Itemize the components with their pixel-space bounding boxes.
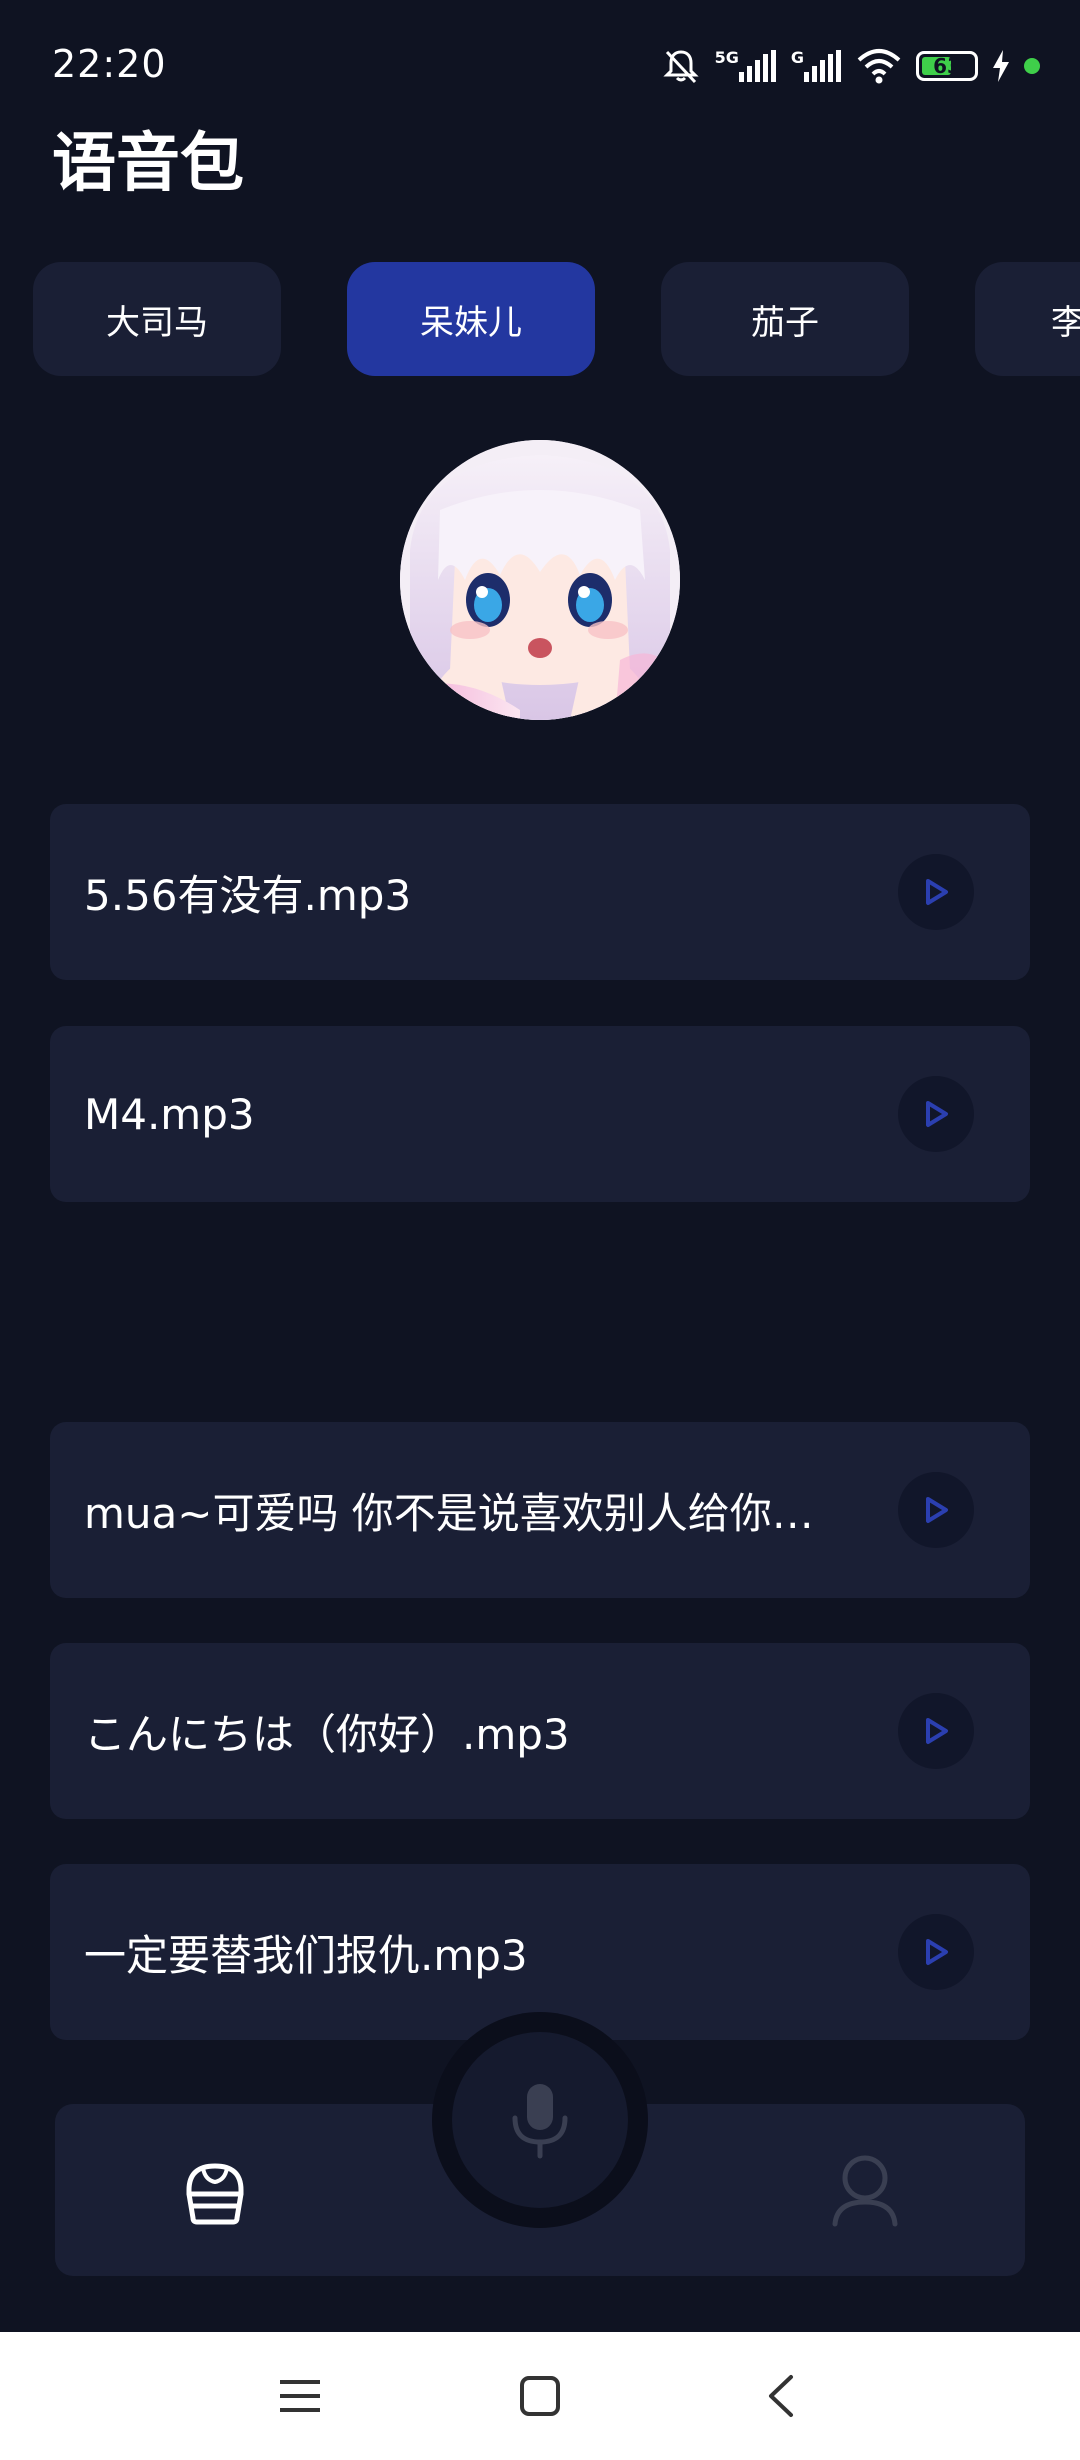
play-icon bbox=[926, 1718, 948, 1744]
status-dot bbox=[1024, 58, 1040, 74]
play-icon bbox=[926, 1939, 948, 1965]
nav-home-button[interactable] bbox=[175, 2154, 255, 2234]
network-label-g: G bbox=[790, 48, 804, 67]
signal-5g-icon: 5G bbox=[715, 50, 777, 82]
back-icon bbox=[769, 2375, 793, 2417]
nav-profile-button[interactable] bbox=[825, 2150, 905, 2230]
tab-daimeier[interactable]: 呆妹儿 bbox=[347, 262, 595, 376]
audio-item[interactable]: mua~可爱吗 你不是说喜欢别人给你… bbox=[50, 1422, 1030, 1598]
microphone-icon bbox=[512, 2084, 568, 2159]
play-button[interactable] bbox=[898, 854, 974, 930]
home-icon bbox=[186, 2163, 244, 2225]
audio-item[interactable]: 5.56有没有.mp3 bbox=[50, 804, 1030, 980]
system-home-button[interactable] bbox=[510, 2366, 570, 2426]
system-back-button[interactable] bbox=[750, 2366, 810, 2426]
system-menu-button[interactable] bbox=[270, 2366, 330, 2426]
signal-g-icon: G bbox=[791, 50, 842, 82]
play-icon bbox=[926, 879, 948, 905]
profile-icon bbox=[832, 2155, 898, 2227]
play-icon bbox=[926, 1101, 948, 1127]
status-icons: 5G G 63 bbox=[661, 44, 1040, 88]
page-title: 语音包 bbox=[52, 127, 244, 201]
mic-button[interactable] bbox=[432, 2012, 648, 2228]
audio-name: 5.56有没有.mp3 bbox=[84, 870, 412, 920]
avatar bbox=[400, 440, 680, 720]
system-nav-bar bbox=[0, 2332, 1080, 2460]
tab-dasima[interactable]: 大司马 bbox=[33, 262, 281, 376]
category-tabs: 大司马 呆妹儿 茄子 李 bbox=[33, 262, 1080, 376]
audio-item[interactable]: こんにちは（你好）.mp3 bbox=[50, 1643, 1030, 1819]
play-button[interactable] bbox=[898, 1914, 974, 1990]
battery-level: 63 bbox=[933, 54, 961, 78]
tab-li[interactable]: 李 bbox=[975, 262, 1080, 376]
wifi-icon bbox=[856, 48, 902, 84]
status-time: 22:20 bbox=[52, 42, 167, 86]
play-button[interactable] bbox=[898, 1693, 974, 1769]
audio-name: こんにちは（你好）.mp3 bbox=[84, 1709, 570, 1759]
audio-name: 一定要替我们报仇.mp3 bbox=[84, 1930, 528, 1980]
battery-body: 63 bbox=[916, 51, 978, 81]
menu-icon bbox=[280, 2380, 320, 2412]
audio-item[interactable]: M4.mp3 bbox=[50, 1026, 1030, 1202]
tab-li-label: 李 bbox=[1051, 302, 1080, 343]
battery-icon: 63 bbox=[916, 51, 978, 81]
screen: 22:20 5G G 63 语音包 大司马 呆妹儿 茄子 李 5.56有没有.m… bbox=[0, 0, 1080, 2460]
status-bar: 22:20 5G G 63 bbox=[0, 0, 1080, 130]
audio-name: mua~可爱吗 你不是说喜欢别人给你… bbox=[84, 1488, 814, 1538]
play-button[interactable] bbox=[898, 1076, 974, 1152]
play-icon bbox=[926, 1497, 948, 1523]
tab-qiezi[interactable]: 茄子 bbox=[661, 262, 909, 376]
square-icon bbox=[520, 2376, 560, 2416]
mute-icon bbox=[661, 46, 701, 86]
mic-button-inner bbox=[452, 2032, 628, 2208]
audio-name: M4.mp3 bbox=[84, 1089, 255, 1139]
play-button[interactable] bbox=[898, 1472, 974, 1548]
charging-icon bbox=[992, 50, 1010, 82]
network-label-5g: 5G bbox=[714, 48, 739, 67]
